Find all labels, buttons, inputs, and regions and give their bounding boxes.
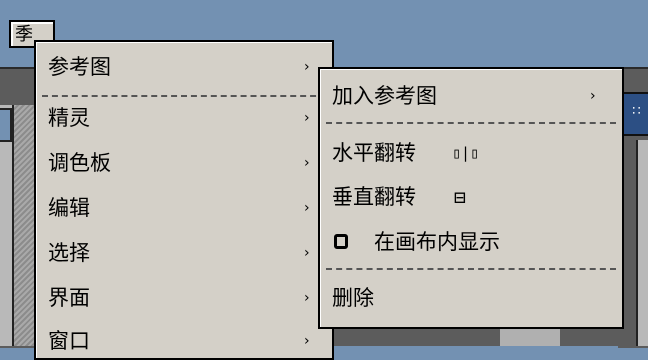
menu-item-flip-horizontal[interactable]: 水平翻转 ▯|▯ [320, 134, 622, 172]
bottom-piece [500, 327, 560, 346]
chevron-right-icon: › [304, 59, 310, 75]
menu-item-label: 在画布内显示 [374, 230, 500, 254]
menu-item-select[interactable]: 选择 › [36, 234, 332, 272]
menu-item-add-reference[interactable]: 加入参考图 › [320, 77, 622, 115]
chevron-right-icon: › [304, 200, 310, 216]
left-panel-tab[interactable] [0, 108, 12, 142]
checkbox[interactable] [334, 234, 348, 249]
flip-horizontal-icon: ▯|▯ [452, 144, 480, 162]
main-menu: 参考图 › 精灵 › 调色板 › 编辑 › 选择 › 界面 › 窗口 › [34, 40, 334, 360]
menu-item-interface[interactable]: 界面 › [36, 279, 332, 317]
right-panel-scroll [636, 140, 648, 346]
right-panel-tab[interactable]: ∷ [621, 92, 648, 136]
chevron-right-icon: › [590, 88, 596, 104]
menu-item-label: 编辑 [48, 196, 90, 220]
flip-vertical-icon: ⊟ [454, 185, 467, 209]
menu-item-label: 窗口 [48, 329, 90, 353]
menu-item-reference[interactable]: 参考图 › [36, 48, 332, 86]
menu-item-sprite[interactable]: 精灵 › [36, 99, 332, 137]
menu-item-palette[interactable]: 调色板 › [36, 144, 332, 182]
grip-icon: ∷ [632, 104, 641, 119]
menu-item-edit[interactable]: 编辑 › [36, 189, 332, 227]
chevron-right-icon: › [304, 290, 310, 306]
menu-item-flip-vertical[interactable]: 垂直翻转 ⊟ [320, 178, 622, 216]
menu-item-label: 调色板 [48, 151, 111, 175]
chevron-right-icon: › [304, 245, 310, 261]
menu-item-label: 参考图 [48, 55, 111, 79]
menu-item-label: 选择 [48, 241, 90, 265]
menu-item-label: 垂直翻转 [332, 185, 416, 209]
menu-separator [326, 268, 616, 270]
chevron-right-icon: › [304, 155, 310, 171]
menu-item-label: 水平翻转 [332, 141, 416, 165]
menu-item-label: 删除 [332, 286, 374, 310]
menu-separator [42, 95, 326, 97]
menu-item-label: 加入参考图 [332, 84, 437, 108]
menu-item-window[interactable]: 窗口 › [36, 322, 332, 360]
menu-item-show-in-canvas[interactable]: 在画布内显示 [320, 223, 622, 261]
bottom-strip [320, 327, 620, 346]
menu-separator [326, 122, 616, 124]
menu-item-label: 界面 [48, 286, 90, 310]
menu-item-delete[interactable]: 删除 [320, 279, 622, 317]
menu-item-label: 精灵 [48, 106, 90, 130]
reference-submenu: 加入参考图 › 水平翻转 ▯|▯ 垂直翻转 ⊟ 在画布内显示 删除 [318, 67, 624, 329]
chevron-right-icon: › [304, 110, 310, 126]
left-panel-pattern [14, 105, 36, 346]
chevron-right-icon: › [304, 333, 310, 349]
